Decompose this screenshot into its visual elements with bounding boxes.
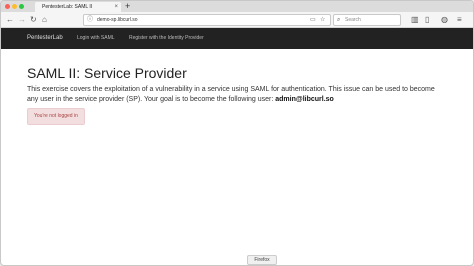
status-label: Firefox: [247, 255, 277, 265]
extension-icon[interactable]: ◍: [441, 14, 448, 26]
url-text: demo-sp.libcurl.so: [97, 17, 138, 23]
bookmark-star-icon[interactable]: ☆: [320, 14, 325, 26]
maximize-window-icon[interactable]: [19, 4, 24, 9]
address-bar[interactable]: ⓘ demo-sp.libcurl.so ▭ ☆: [83, 14, 331, 26]
library-icon[interactable]: ▥: [411, 14, 419, 26]
tab-bar: PentesterLab: SAML II × +: [1, 1, 473, 12]
minimize-window-icon[interactable]: [12, 4, 17, 9]
tab-close-icon[interactable]: ×: [114, 2, 118, 12]
reload-icon[interactable]: ↻: [30, 14, 37, 26]
new-tab-icon[interactable]: +: [125, 1, 130, 12]
search-placeholder: Search: [345, 17, 361, 23]
browser-window: PentesterLab: SAML II × + ← → ↻ ⌂ ⓘ demo…: [0, 0, 474, 266]
page-title: SAML II: Service Provider: [27, 65, 187, 81]
nav-login-saml[interactable]: Login with SAML: [77, 28, 115, 49]
description-text: This exercise covers the exploitation of…: [27, 86, 435, 103]
brand-link[interactable]: PentesterLab: [27, 28, 63, 49]
reader-view-icon[interactable]: ▭: [310, 14, 316, 26]
forward-icon[interactable]: →: [18, 14, 26, 26]
info-icon[interactable]: ⓘ: [87, 14, 93, 26]
browser-toolbar: ← → ↻ ⌂ ⓘ demo-sp.libcurl.so ▭ ☆ ⌕ Searc…: [1, 12, 473, 28]
sidebar-icon[interactable]: ▯: [425, 14, 429, 26]
nav-register-idp[interactable]: Register with the Identity Provider: [129, 28, 204, 49]
target-user: admin@libcurl.so: [275, 96, 334, 103]
hamburger-icon[interactable]: ≡: [457, 14, 462, 26]
home-icon[interactable]: ⌂: [42, 14, 47, 26]
tab-active[interactable]: PentesterLab: SAML II ×: [35, 2, 121, 12]
back-icon[interactable]: ←: [6, 14, 14, 26]
login-status-alert: You're not logged in: [27, 108, 85, 125]
tab-title: PentesterLab: SAML II: [42, 4, 93, 10]
site-navbar: PentesterLab Login with SAML Register wi…: [1, 28, 473, 49]
close-window-icon[interactable]: [5, 4, 10, 9]
page-description: This exercise covers the exploitation of…: [27, 85, 447, 105]
search-icon: ⌕: [337, 17, 341, 23]
search-box[interactable]: ⌕ Search: [333, 14, 401, 26]
